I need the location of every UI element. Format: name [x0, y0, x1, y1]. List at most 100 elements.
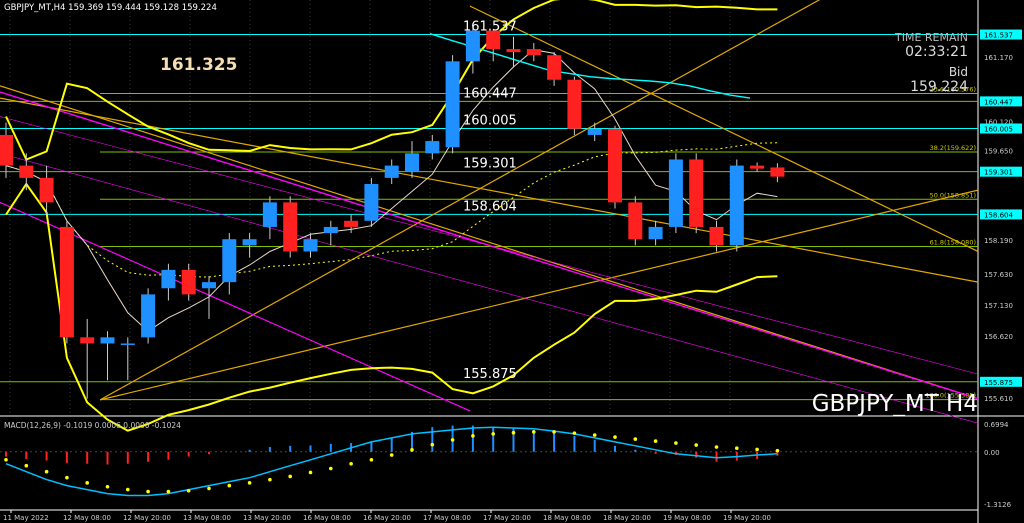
candle-body [689, 159, 704, 227]
candle [689, 153, 704, 234]
time-label: 17 May 20:00 [483, 514, 531, 522]
candle-body [648, 226, 663, 240]
candle [668, 153, 683, 234]
axis-label: 155.875 [984, 379, 1013, 387]
macd-dot [389, 453, 394, 457]
time-label: 11 May 2022 [3, 514, 49, 522]
macd-dot [755, 447, 759, 452]
axis-label: 155.610 [984, 395, 1013, 403]
time-label: 18 May 20:00 [603, 514, 651, 522]
macd-dot [4, 457, 8, 462]
macd-dot [146, 489, 150, 494]
candle-body [425, 141, 440, 154]
candle-body [100, 337, 115, 344]
time-label: 17 May 08:00 [423, 514, 471, 522]
candle-body [323, 226, 338, 234]
candle-body [709, 226, 724, 246]
axis-label: 156.620 [984, 333, 1013, 341]
candle-body [80, 337, 95, 344]
bid-value: 159.224 [910, 79, 968, 95]
axis-label: 161.537 [984, 32, 1013, 40]
macd-dot [166, 489, 171, 494]
macd-axis-label: 0.00 [984, 449, 1000, 457]
time-remain-value: 02:33:21 [905, 44, 968, 60]
macd-dot [552, 430, 556, 434]
macd-dot [430, 442, 435, 447]
axis-label: 157.130 [984, 302, 1013, 310]
axis-label: 158.604 [984, 211, 1013, 219]
candle-body [506, 49, 521, 53]
candle-body [547, 55, 562, 80]
level-label: 158.604 [463, 199, 517, 214]
macd-dot [268, 477, 272, 482]
candle-body [222, 239, 237, 283]
candle-body [770, 167, 785, 177]
candle-body [202, 282, 216, 289]
time-label: 13 May 08:00 [183, 514, 231, 522]
candle-body [59, 226, 74, 338]
candle [141, 288, 156, 344]
macd-dot [227, 483, 232, 488]
candle-body [668, 159, 683, 227]
fib-label: 38.2(159.622) [930, 144, 976, 152]
macd-axis-label: -1.3126 [984, 501, 1012, 509]
macd-dot [44, 469, 49, 474]
candle [445, 55, 460, 154]
macd-dot [410, 448, 414, 452]
candle-body [344, 220, 359, 227]
macd-dot [105, 484, 110, 489]
big-price-label: 161.325 [160, 55, 237, 75]
chart-watermark: GBPJPY_MT H4 [812, 391, 978, 417]
candle-body [303, 239, 318, 252]
macd-dot [329, 466, 333, 471]
candle-body [526, 49, 541, 56]
axis-label: 158.190 [984, 237, 1013, 245]
candle-body [405, 153, 419, 172]
macd-dot [775, 448, 780, 453]
axis-label: 159.650 [984, 147, 1013, 155]
gbpjpy-h4-chart[interactable]: 23.6(160.576)38.2(159.622)50.0(158.851)6… [0, 0, 1024, 523]
candle [567, 76, 582, 135]
candle-body [161, 269, 176, 289]
time-label: 16 May 20:00 [363, 514, 411, 522]
level-label: 159.301 [463, 157, 517, 172]
level-label: 160.447 [463, 86, 517, 101]
time-label: 19 May 20:00 [723, 514, 771, 522]
axis-label: 160.005 [984, 125, 1013, 133]
candle-body [567, 79, 582, 129]
macd-dot [207, 486, 211, 491]
macd-dot [65, 475, 69, 480]
axis-label: 159.301 [984, 169, 1013, 177]
macd-dot [369, 457, 374, 462]
candle [364, 177, 379, 227]
candle-body [384, 165, 399, 178]
time-label: 12 May 08:00 [63, 514, 111, 522]
macd-dot [572, 431, 577, 435]
level-label: 161.537 [463, 20, 517, 35]
macd-dot [592, 433, 597, 437]
macd-dot [450, 438, 455, 442]
axis-label: 160.447 [984, 98, 1013, 106]
candle [729, 159, 744, 252]
macd-dot [308, 470, 313, 475]
macd-dot [511, 430, 516, 435]
macd-dot [613, 435, 617, 439]
candle-body [608, 128, 622, 203]
macd-dot [694, 443, 698, 447]
candle [628, 196, 643, 246]
time-remain-label: TIME REMAIN [894, 31, 968, 44]
candle-body [729, 165, 744, 246]
macd-dot [714, 445, 719, 449]
macd-dot [126, 487, 130, 492]
candle-body [120, 343, 135, 345]
time-label: 13 May 20:00 [243, 514, 291, 522]
macd-dot [349, 461, 353, 466]
bid-label: Bid [949, 65, 968, 79]
axis-label: 157.630 [984, 271, 1013, 279]
macd-dot [653, 439, 658, 443]
time-label: 19 May 08:00 [663, 514, 711, 522]
candle-body [628, 202, 643, 240]
macd-dot [186, 488, 191, 493]
candle-body [465, 30, 480, 62]
candle [283, 196, 298, 258]
